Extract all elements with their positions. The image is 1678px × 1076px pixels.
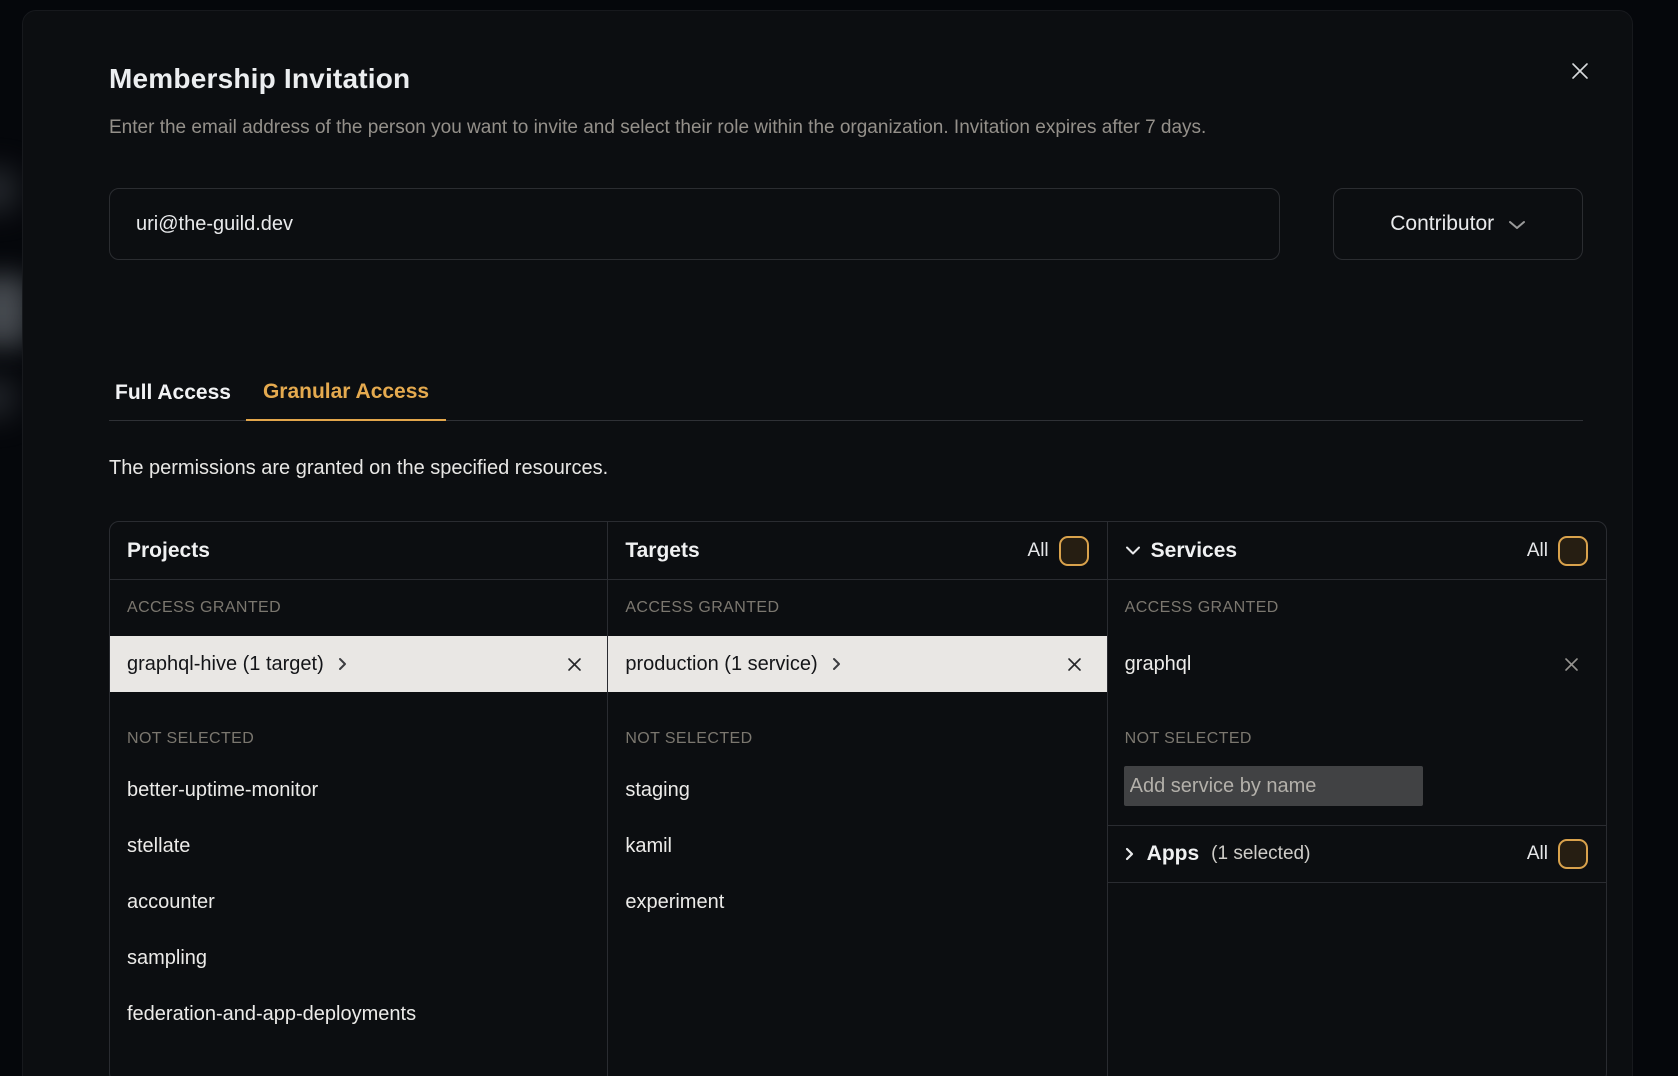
services-all-checkbox[interactable] xyxy=(1558,536,1588,566)
services-access-granted-label: ACCESS GRANTED xyxy=(1108,580,1606,636)
projects-not-selected-label: NOT SELECTED xyxy=(110,692,607,762)
projects-access-granted-label: ACCESS GRANTED xyxy=(110,580,607,636)
dialog-title: Membership Invitation xyxy=(109,64,1583,94)
target-list-item[interactable]: experiment xyxy=(608,874,1106,930)
apps-title: Apps xyxy=(1147,842,1200,866)
membership-invitation-dialog: Membership Invitation Enter the email ad… xyxy=(22,10,1633,1076)
email-input[interactable] xyxy=(109,188,1280,260)
services-not-selected-label: NOT SELECTED xyxy=(1108,692,1606,762)
services-header-label: Services xyxy=(1151,539,1237,563)
background-blur-shape xyxy=(0,378,16,418)
project-list-item[interactable]: federation-and-app-deployments xyxy=(110,986,607,1042)
apps-all-label: All xyxy=(1527,843,1548,865)
service-granted-label: graphql xyxy=(1125,653,1192,676)
chevron-down-icon xyxy=(1508,217,1526,231)
chevron-right-icon xyxy=(1124,845,1135,863)
permissions-note: The permissions are granted on the speci… xyxy=(109,457,1583,480)
remove-service-icon[interactable] xyxy=(1563,656,1580,673)
target-selected-row[interactable]: production (1 service) xyxy=(608,636,1106,692)
close-icon[interactable] xyxy=(1566,57,1594,85)
chevron-down-icon xyxy=(1125,545,1141,556)
tab-full-access[interactable]: Full Access xyxy=(115,379,231,420)
services-column: Services All ACCESS GRANTED graphql NOT … xyxy=(1107,522,1606,1076)
invite-row: Contributor xyxy=(109,188,1583,260)
targets-column-header: Targets All xyxy=(608,522,1106,580)
chevron-right-icon xyxy=(831,655,842,673)
apps-selected-count: (1 selected) xyxy=(1211,843,1310,865)
target-list-item[interactable]: kamil xyxy=(608,818,1106,874)
targets-all-label: All xyxy=(1028,540,1049,562)
tab-granular-access[interactable]: Granular Access xyxy=(246,379,446,421)
targets-header-label: Targets xyxy=(625,539,699,563)
project-list-item[interactable]: stellate xyxy=(110,818,607,874)
projects-column-header: Projects xyxy=(110,522,607,580)
services-column-header[interactable]: Services All xyxy=(1108,522,1606,580)
apps-all-wrap: All xyxy=(1527,839,1588,869)
chevron-right-icon xyxy=(337,655,348,673)
project-list-item[interactable]: better-uptime-monitor xyxy=(110,762,607,818)
role-select-value: Contributor xyxy=(1390,212,1494,236)
target-list-item[interactable]: staging xyxy=(608,762,1106,818)
services-all-label: All xyxy=(1527,540,1548,562)
targets-access-granted-label: ACCESS GRANTED xyxy=(608,580,1106,636)
add-service-input[interactable] xyxy=(1124,766,1423,806)
resource-selection-table: Projects ACCESS GRANTED graphql-hive (1 … xyxy=(109,521,1607,1076)
project-selected-row[interactable]: graphql-hive (1 target) xyxy=(110,636,607,692)
services-all-wrap: All xyxy=(1527,536,1588,566)
target-selected-label: production (1 service) xyxy=(625,653,817,676)
dialog-description: Enter the email address of the person yo… xyxy=(109,111,1583,145)
project-selected-label: graphql-hive (1 target) xyxy=(127,653,324,676)
projects-header-label: Projects xyxy=(127,539,210,563)
role-select[interactable]: Contributor xyxy=(1333,188,1583,260)
remove-target-icon[interactable] xyxy=(1066,656,1083,673)
apps-all-checkbox[interactable] xyxy=(1558,839,1588,869)
targets-not-selected-label: NOT SELECTED xyxy=(608,692,1106,762)
targets-all-wrap: All xyxy=(1028,536,1089,566)
targets-column: Targets All ACCESS GRANTED production (1… xyxy=(607,522,1106,1076)
remove-project-icon[interactable] xyxy=(566,656,583,673)
project-list-item[interactable]: accounter xyxy=(110,874,607,930)
apps-section-row[interactable]: Apps (1 selected) All xyxy=(1108,826,1606,883)
access-tabs: Full Access Granular Access xyxy=(109,379,1583,421)
project-list-item[interactable]: sampling xyxy=(110,930,607,986)
service-granted-row: graphql xyxy=(1108,636,1606,692)
background-blur-shape xyxy=(0,168,18,212)
targets-all-checkbox[interactable] xyxy=(1059,536,1089,566)
projects-column: Projects ACCESS GRANTED graphql-hive (1 … xyxy=(110,522,607,1076)
